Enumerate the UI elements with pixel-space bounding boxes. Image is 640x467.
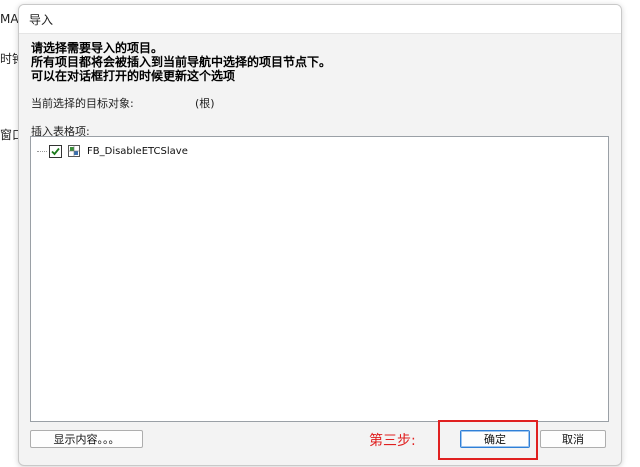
function-block-icon: [68, 145, 80, 157]
background-text: MA: [0, 12, 19, 26]
tree-item-label: FB_DisableETCSlave: [87, 145, 188, 157]
target-label: 当前选择的目标对象:: [31, 97, 134, 110]
item-checkbox[interactable]: [49, 144, 62, 158]
step-annotation: 第三步:: [369, 433, 416, 449]
show-content-button[interactable]: 显示内容。。。: [30, 430, 143, 448]
instruction-line: 可以在对话框打开的时候更新这个选项: [31, 69, 236, 83]
ok-button[interactable]: 确定: [460, 430, 530, 448]
instructions: 请选择需要导入的项目。 所有项目都将会被插入到当前导航中选择的项目节点下。 可以…: [31, 41, 331, 83]
checkmark-icon: [51, 147, 60, 155]
tree-item[interactable]: FB_DisableETCSlave: [37, 143, 188, 159]
target-value: (根): [195, 97, 215, 110]
items-tree[interactable]: FB_DisableETCSlave: [30, 136, 609, 422]
cancel-button[interactable]: 取消: [540, 430, 606, 448]
instruction-line: 请选择需要导入的项目。: [31, 41, 164, 55]
dialog-title: 导入: [29, 13, 54, 27]
instruction-line: 所有项目都将会被插入到当前导航中选择的项目节点下。: [31, 55, 332, 69]
title-bar[interactable]: 导入: [19, 5, 621, 34]
tree-connector: [37, 150, 47, 152]
background-window: MA 时钟 窗口: [0, 0, 24, 467]
import-dialog: 导入 请选择需要导入的项目。 所有项目都将会被插入到当前导航中选择的项目节点下。…: [18, 4, 622, 466]
